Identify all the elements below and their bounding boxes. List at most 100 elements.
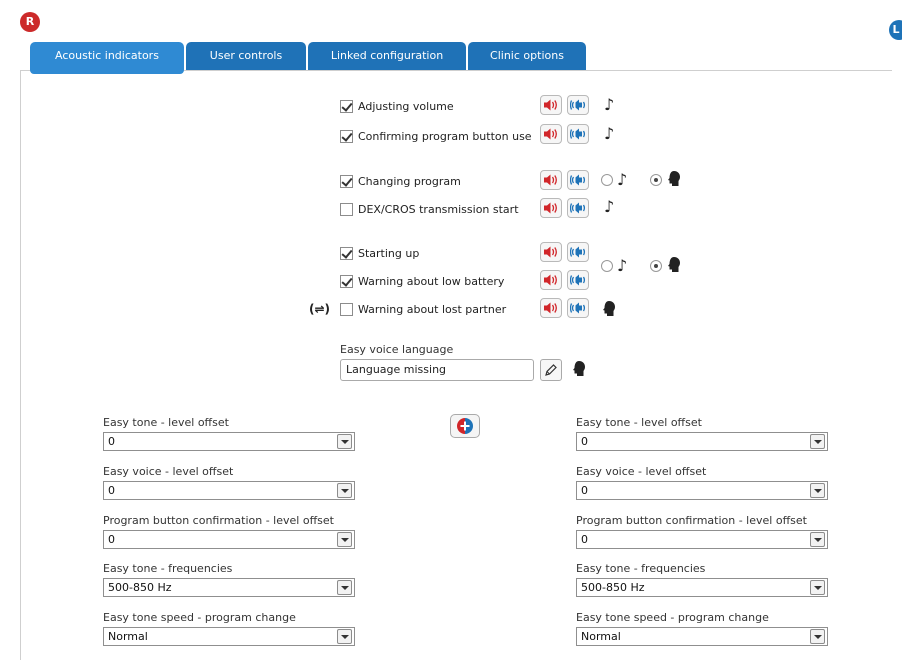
setting-dropdown[interactable]: 0 <box>103 530 355 549</box>
setting-value: 0 <box>108 533 115 546</box>
setting-dropdown[interactable]: 500-850 Hz <box>576 578 828 597</box>
right-side-badge: L <box>889 20 902 40</box>
indicator-label: Confirming program button use <box>358 129 532 143</box>
tone-radio[interactable] <box>601 260 613 272</box>
music-note-icon: ♪ <box>604 95 615 114</box>
voice-language-field[interactable]: Language missing <box>340 359 534 381</box>
left-side-badge: R <box>20 12 40 32</box>
setting-dropdown[interactable]: 0 <box>576 481 828 500</box>
indicator-row-adjusting-volume[interactable]: Adjusting volume <box>340 97 454 115</box>
setting-dropdown[interactable]: 500-850 Hz <box>103 578 355 597</box>
voice-head-icon <box>668 171 680 186</box>
setting-dropdown[interactable]: 0 <box>576 530 828 549</box>
setting-value: 0 <box>581 435 588 448</box>
speaker-blue-icon[interactable] <box>567 270 589 290</box>
music-note-icon: ♪ <box>617 256 628 275</box>
setting-value: 0 <box>581 484 588 497</box>
pencil-icon <box>545 364 557 376</box>
setting-label: Program button confirmation - level offs… <box>576 514 807 527</box>
setting-label: Easy voice - level offset <box>103 465 234 478</box>
speaker-blue-icon[interactable] <box>567 198 589 218</box>
checkbox[interactable] <box>340 302 353 316</box>
tab-acoustic-indicators[interactable]: Acoustic indicators <box>30 42 184 70</box>
setting-dropdown[interactable]: 0 <box>576 432 828 451</box>
indicator-row-confirming-program-button[interactable]: Confirming program button use <box>340 127 532 145</box>
checkbox[interactable] <box>340 274 353 288</box>
speaker-blue-icon[interactable] <box>567 242 589 262</box>
active-tab-indicator <box>30 70 184 74</box>
voice-head-icon <box>668 257 680 272</box>
indicator-row-changing-program[interactable]: Changing program <box>340 172 461 190</box>
setting-label: Easy tone - frequencies <box>103 562 233 575</box>
voice-language-label: Easy voice language <box>340 343 454 356</box>
checkbox[interactable] <box>340 174 353 188</box>
checkbox[interactable] <box>340 246 353 260</box>
speaker-red-icon[interactable] <box>540 270 562 290</box>
speaker-blue-icon[interactable] <box>567 170 589 190</box>
edit-language-button[interactable] <box>540 359 562 381</box>
setting-label: Easy tone speed - program change <box>103 611 296 624</box>
indicator-label: Warning about low battery <box>358 274 505 288</box>
indicator-label: Warning about lost partner <box>358 302 507 316</box>
setting-value: 500-850 Hz <box>581 581 645 594</box>
chevron-down-icon[interactable] <box>337 483 352 498</box>
chevron-down-icon[interactable] <box>810 580 825 595</box>
setting-label: Easy tone speed - program change <box>576 611 769 624</box>
setting-label: Easy tone - frequencies <box>576 562 706 575</box>
chevron-down-icon[interactable] <box>337 580 352 595</box>
chevron-down-icon[interactable] <box>810 483 825 498</box>
indicator-row-lost-partner[interactable]: Warning about lost partner <box>340 300 506 318</box>
chevron-down-icon[interactable] <box>337 434 352 449</box>
chevron-down-icon[interactable] <box>337 532 352 547</box>
speaker-blue-icon[interactable] <box>567 124 589 144</box>
voice-head-icon <box>573 361 585 376</box>
chevron-down-icon[interactable] <box>337 629 352 644</box>
tab-linked-configuration[interactable]: Linked configuration <box>308 42 466 70</box>
speaker-blue-icon[interactable] <box>567 298 589 318</box>
speaker-blue-icon[interactable] <box>567 95 589 115</box>
setting-dropdown[interactable]: Normal <box>576 627 828 646</box>
music-note-icon: ♪ <box>617 170 628 189</box>
voice-radio[interactable] <box>650 260 662 272</box>
setting-label: Program button confirmation - level offs… <box>103 514 334 527</box>
setting-value: 0 <box>581 533 588 546</box>
setting-value: 0 <box>108 484 115 497</box>
indicator-row-starting-up[interactable]: Starting up <box>340 244 419 262</box>
tab-bar: Acoustic indicators User controls Linked… <box>30 42 588 70</box>
speaker-red-icon[interactable] <box>540 124 562 144</box>
music-note-icon: ♪ <box>604 197 615 216</box>
chevron-down-icon[interactable] <box>810 434 825 449</box>
setting-label: Easy voice - level offset <box>576 465 707 478</box>
speaker-red-icon[interactable] <box>540 298 562 318</box>
indicator-label: Changing program <box>358 174 461 188</box>
setting-value: Normal <box>108 630 148 643</box>
checkbox[interactable] <box>340 202 353 216</box>
setting-dropdown[interactable]: 0 <box>103 432 355 451</box>
setting-label: Easy tone - level offset <box>576 416 702 429</box>
chevron-down-icon[interactable] <box>810 532 825 547</box>
speaker-red-icon[interactable] <box>540 95 562 115</box>
chevron-down-icon[interactable] <box>810 629 825 644</box>
voice-radio[interactable] <box>650 174 662 186</box>
setting-value: Normal <box>581 630 621 643</box>
setting-dropdown[interactable]: 0 <box>103 481 355 500</box>
setting-value: 0 <box>108 435 115 448</box>
tab-user-controls[interactable]: User controls <box>186 42 306 70</box>
indicator-row-dex-cros[interactable]: DEX/CROS transmission start <box>340 200 519 218</box>
speaker-red-icon[interactable] <box>540 170 562 190</box>
link-sides-button[interactable] <box>450 414 480 438</box>
link-sides-icon <box>457 418 473 434</box>
indicator-label: Adjusting volume <box>358 99 454 113</box>
tab-clinic-options[interactable]: Clinic options <box>468 42 586 70</box>
partner-link-icon: (⇌) <box>309 302 331 316</box>
speaker-red-icon[interactable] <box>540 242 562 262</box>
indicator-row-low-battery[interactable]: Warning about low battery <box>340 272 504 290</box>
voice-head-icon <box>603 301 615 316</box>
tone-radio[interactable] <box>601 174 613 186</box>
setting-dropdown[interactable]: Normal <box>103 627 355 646</box>
checkbox[interactable] <box>340 99 353 113</box>
setting-value: 500-850 Hz <box>108 581 172 594</box>
setting-label: Easy tone - level offset <box>103 416 229 429</box>
speaker-red-icon[interactable] <box>540 198 562 218</box>
checkbox[interactable] <box>340 129 353 143</box>
